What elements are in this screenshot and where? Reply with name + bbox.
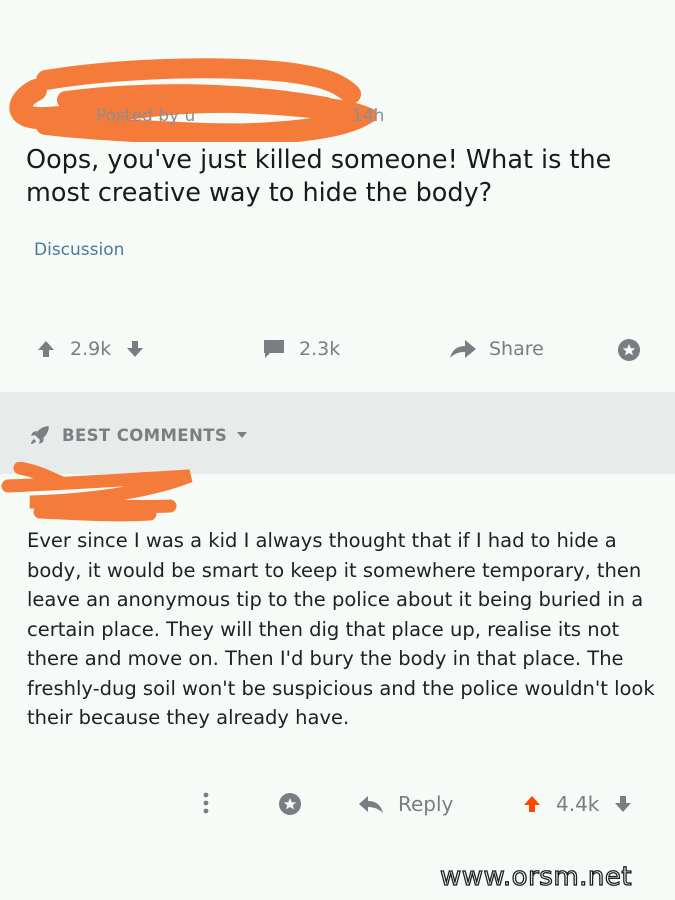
caret-down-icon [237,432,248,438]
more-dots-icon [203,792,209,814]
comment-vote-bar: 4.4k [522,792,633,816]
share-icon [450,340,476,358]
post-meta: Posted by u 14h [96,106,384,126]
rocket-icon [31,426,49,444]
post-title[interactable]: Oops, you've just killed someone! What i… [26,144,646,210]
comment-icon [264,340,284,358]
sort-label: BEST COMMENTS [62,425,228,445]
comment-body: Ever since I was a kid I always thought … [27,529,655,729]
save-award-button[interactable] [616,337,642,363]
downvote-icon[interactable] [613,794,633,814]
share-label: Share [489,338,544,360]
site-watermark: www.orsm.net [439,861,633,892]
posted-by-label: Posted by u [96,106,196,126]
upvote-icon-active[interactable] [522,794,542,814]
commenter-redaction [1,462,193,522]
username-redaction [9,58,376,142]
post-card: Posted by u 14h Oops, you've just killed… [0,0,675,392]
comment-count: 2.3k [299,338,341,360]
reply-label: Reply [398,792,454,816]
award-icon [279,793,301,815]
reply-button[interactable]: Reply [358,792,453,816]
downvote-icon[interactable] [125,339,145,359]
comments-button[interactable]: 2.3k [262,338,340,360]
award-icon [618,339,640,361]
sort-dropdown[interactable]: BEST COMMENTS [28,423,249,447]
comment-score: 4.4k [556,792,600,816]
vote-bar: 2.9k [36,338,145,360]
more-options-button[interactable] [203,792,209,814]
comment-award-button[interactable] [277,791,303,817]
comment-card: Ever since I was a kid I always thought … [0,462,675,900]
post-time: 14h [352,106,385,126]
post-flair[interactable]: Discussion [34,240,124,260]
upvote-icon[interactable] [36,339,56,359]
share-button[interactable]: Share [449,338,544,360]
post-score: 2.9k [70,338,112,360]
reply-icon [359,796,383,813]
